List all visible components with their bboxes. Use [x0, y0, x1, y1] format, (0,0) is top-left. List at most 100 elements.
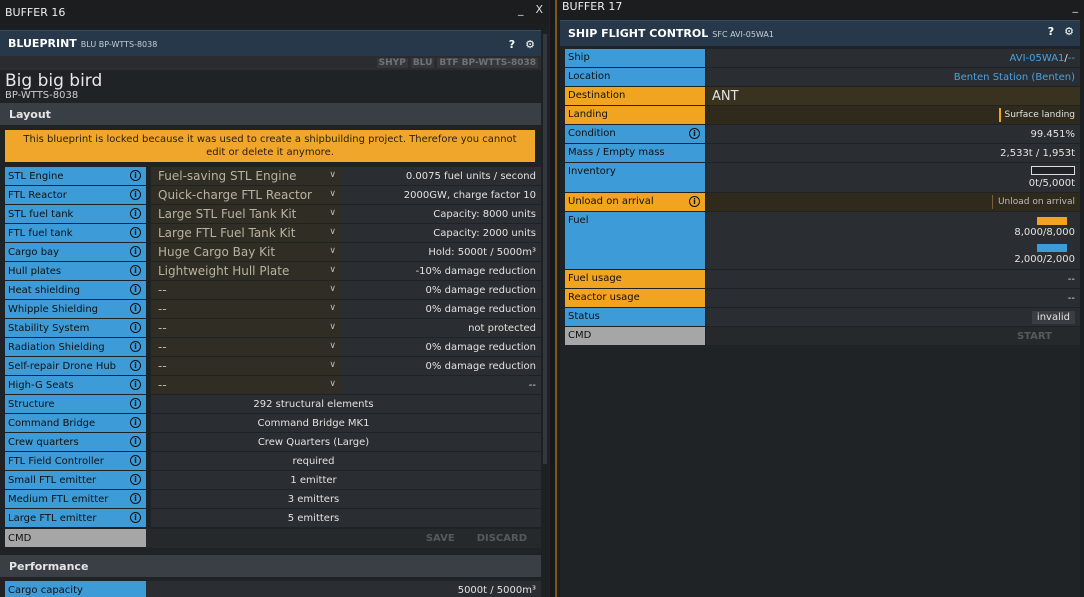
ship-label: Ship: [565, 49, 705, 67]
component-label: Heat shielding i: [5, 281, 146, 299]
info-icon[interactable]: i: [130, 512, 141, 523]
panel-subtitle: BLU BP-WTTS-8038: [80, 40, 158, 49]
blueprint-panel-title: BLUEPRINT BLU BP-WTTS-8038 ? ⚙: [0, 30, 541, 56]
buffer-divider[interactable]: [549, 0, 557, 597]
component-select[interactable]: -- ∨: [151, 357, 341, 375]
component-select[interactable]: -- ∨: [151, 338, 341, 356]
component-label: Small FTL emitter i: [5, 471, 146, 489]
tag-btf[interactable]: BTF BP-WTTS-8038: [437, 58, 538, 68]
chevron-down-icon: ∨: [329, 227, 336, 237]
landing-value: Surface landing: [1004, 110, 1076, 120]
component-label: Radiation Shielding i: [5, 338, 146, 356]
chevron-down-icon: ∨: [329, 379, 336, 389]
inventory-label: Inventory: [565, 163, 705, 192]
inventory-value[interactable]: 0t/5,000t: [706, 163, 1080, 192]
info-icon[interactable]: i: [130, 227, 141, 238]
component-label: Command Bridge i: [5, 414, 146, 432]
performance-section-header: Performance: [0, 555, 541, 577]
buffer-17-header: BUFFER 17 _: [557, 0, 1084, 18]
perf-value: 5000t / 5000m³: [146, 581, 541, 597]
scrollbar[interactable]: [541, 30, 549, 597]
component-value: 2000GW, charge factor 10: [341, 186, 541, 204]
component-select[interactable]: Quick-charge FTL Reactor ∨: [151, 186, 341, 204]
ship-value: AVI-05WA1 / --: [706, 49, 1080, 67]
component-row: Structure i 292 structural elements: [5, 395, 541, 414]
destination-input[interactable]: ANT: [706, 87, 1080, 105]
info-icon[interactable]: i: [130, 455, 141, 466]
component-row: Large FTL emitter i 5 emitters: [5, 509, 541, 528]
info-icon[interactable]: i: [130, 265, 141, 276]
component-select[interactable]: -- ∨: [151, 300, 341, 318]
component-label: FTL fuel tank i: [5, 224, 146, 242]
discard-button[interactable]: DISCARD: [471, 533, 533, 544]
unload-row: Unload on arrival i Unload on arrival: [565, 193, 1080, 212]
component-select[interactable]: -- ∨: [151, 281, 341, 299]
tag-shyp[interactable]: SHYP: [376, 58, 408, 68]
perf-label: Cargo capacity: [5, 581, 146, 597]
info-icon[interactable]: i: [689, 196, 700, 207]
info-icon[interactable]: i: [130, 379, 141, 390]
info-icon[interactable]: i: [130, 341, 141, 352]
info-icon[interactable]: i: [130, 284, 141, 295]
info-icon[interactable]: i: [130, 189, 141, 200]
info-icon[interactable]: i: [130, 322, 141, 333]
scrollbar-thumb[interactable]: [543, 34, 547, 464]
component-label: FTL Field Controller i: [5, 452, 146, 470]
info-icon[interactable]: i: [130, 208, 141, 219]
component-row: Stability System i -- ∨ not protected: [5, 319, 541, 338]
landing-label: Landing: [565, 106, 705, 124]
info-icon[interactable]: i: [130, 170, 141, 181]
unload-toggle[interactable]: Unload on arrival: [706, 193, 1080, 211]
ship-link[interactable]: AVI-05WA1: [1010, 53, 1065, 64]
minimize-button[interactable]: _: [1073, 0, 1079, 13]
help-icon[interactable]: ?: [509, 38, 515, 51]
condition-value: 99.451%: [706, 125, 1080, 143]
info-icon[interactable]: i: [689, 128, 700, 139]
component-label: Whipple Shielding i: [5, 300, 146, 318]
component-select[interactable]: Fuel-saving STL Engine ∨: [151, 167, 341, 185]
cmd-label: CMD: [5, 529, 146, 547]
info-icon[interactable]: i: [130, 436, 141, 447]
component-row: Crew quarters i Crew Quarters (Large): [5, 433, 541, 452]
component-label: Hull plates i: [5, 262, 146, 280]
component-value: 1 emitter: [151, 471, 541, 489]
condition-row: Condition i 99.451%: [565, 125, 1080, 144]
chevron-down-icon: ∨: [329, 246, 336, 256]
component-row: STL fuel tank i Large STL Fuel Tank Kit ∨ Ca…: [5, 205, 541, 224]
gear-icon[interactable]: ⚙: [1064, 25, 1074, 38]
save-button[interactable]: SAVE: [420, 533, 461, 544]
info-icon[interactable]: i: [130, 398, 141, 409]
location-link[interactable]: Benten Station (Benten): [954, 72, 1075, 83]
component-label: Crew quarters i: [5, 433, 146, 451]
info-icon[interactable]: i: [130, 303, 141, 314]
tag-blu[interactable]: BLU: [410, 58, 435, 68]
location-row: Location Benten Station (Benten): [565, 68, 1080, 87]
info-icon[interactable]: i: [130, 493, 141, 504]
component-select[interactable]: -- ∨: [151, 319, 341, 337]
gear-icon[interactable]: ⚙: [525, 38, 535, 51]
close-button[interactable]: X: [535, 3, 543, 16]
component-select[interactable]: -- ∨: [151, 376, 341, 394]
component-select[interactable]: Large STL Fuel Tank Kit ∨: [151, 205, 341, 223]
info-icon[interactable]: i: [130, 474, 141, 485]
help-icon[interactable]: ?: [1048, 25, 1054, 38]
component-value: not protected: [341, 319, 541, 337]
start-button[interactable]: START: [706, 327, 1080, 345]
cmd-row: CMD SAVE DISCARD: [5, 529, 541, 548]
component-select[interactable]: Huge Cargo Bay Kit ∨: [151, 243, 341, 261]
component-label: Structure i: [5, 395, 146, 413]
condition-label: Condition i: [565, 125, 705, 143]
ship-extra-link[interactable]: --: [1068, 53, 1075, 64]
info-icon[interactable]: i: [130, 360, 141, 371]
fuel-values: 8,000/8,000 2,000/2,000: [706, 212, 1080, 269]
location-label: Location: [565, 68, 705, 86]
minimize-button[interactable]: _: [518, 3, 524, 16]
info-icon[interactable]: i: [130, 417, 141, 428]
component-value: 292 structural elements: [151, 395, 541, 413]
landing-toggle[interactable]: Surface landing: [706, 106, 1080, 124]
component-row: High-G Seats i -- ∨ --: [5, 376, 541, 395]
component-select[interactable]: Lightweight Hull Plate ∨: [151, 262, 341, 280]
info-icon[interactable]: i: [130, 246, 141, 257]
component-row: Medium FTL emitter i 3 emitters: [5, 490, 541, 509]
component-select[interactable]: Large FTL Fuel Tank Kit ∨: [151, 224, 341, 242]
